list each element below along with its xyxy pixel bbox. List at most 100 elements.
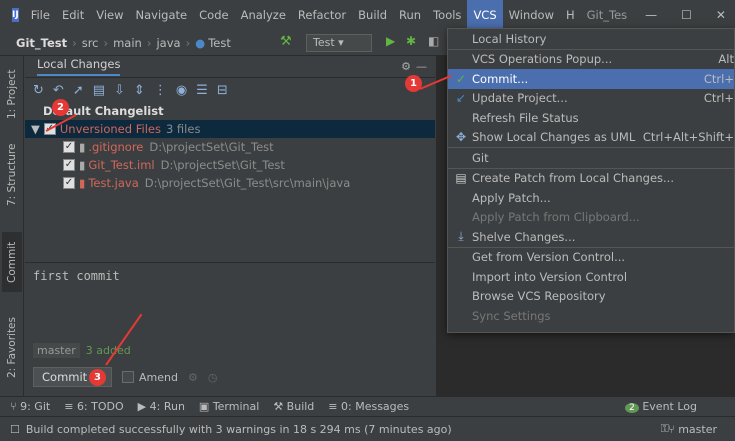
hammer-build-icon[interactable]: ⚒ [280,34,292,49]
collapse-all-icon[interactable]: ⊟ [217,83,228,98]
window-title: Git_Tes [586,8,628,22]
tool-messages[interactable]: ≡ 0: Messages [328,400,409,413]
menu-build[interactable]: Build [352,8,393,22]
menu-item-shortcut: Ctrl+ [703,71,734,86]
menu-item-label: Refresh File Status [472,110,579,125]
menu-item-shortcut: Ctrl+ [703,91,734,106]
commit-message-text: first commit [33,269,120,283]
java-file-icon: ▮ [79,176,86,190]
run-config-select[interactable]: Test ▾ [306,34,372,52]
close-button[interactable]: ✕ [704,8,735,22]
file-checkbox[interactable]: ✓ [63,141,75,153]
file-icon: ▮ [79,140,86,154]
unversioned-group-row[interactable]: ▼ ✓ Unversioned Files 3 files [25,120,435,138]
tab-commit[interactable]: Commit [2,232,22,292]
commit-message-editor[interactable]: first commit [25,262,435,338]
vcs-menu-item-refresh-file-status[interactable]: Refresh File Status [448,108,734,128]
menu-edit[interactable]: Edit [56,8,90,22]
expand-icon[interactable]: ⇕ [134,83,145,98]
changelist-header[interactable]: Default Changelist [25,102,435,120]
tool-terminal[interactable]: ▣ Terminal [199,400,259,413]
menu-vcs[interactable]: VCS [467,0,503,30]
gear-icon[interactable]: ⚙ [401,60,411,73]
status-toggle-icon[interactable]: ☐ [10,423,20,436]
menu-refactor[interactable]: Refactor [292,8,352,22]
tab-project[interactable]: 1: Project [2,64,22,124]
tool-run[interactable]: ▶ 4: Run [138,400,185,413]
settings-gear-icon[interactable]: ⚙ [188,371,198,384]
menu-item-label: Browse VCS Repository [472,289,606,304]
shelve-icon[interactable]: ⇩ [114,83,125,98]
maximize-button[interactable]: ☐ [669,8,704,22]
intellij-logo-icon: IJ [12,8,19,22]
menu-tools[interactable]: Tools [427,8,467,22]
vcs-menu-item-show-local-changes-as-uml[interactable]: ✥ Show Local Changes as UML Ctrl+Alt+Shift… [448,128,734,148]
tab-local-changes[interactable]: Local Changes [37,57,121,76]
minimize-button[interactable]: — [633,8,669,22]
expand-all-icon[interactable]: ☰ [196,83,208,98]
git-branch-widget[interactable]: ⑂ master [668,423,717,436]
refresh-icon[interactable]: ↻ [33,83,44,98]
run-icon[interactable]: ▶ [386,34,395,48]
file-checkbox[interactable]: ✓ [63,159,75,171]
vcs-menu-item-create-patch-from-local-changes[interactable]: ▤ Create Patch from Local Changes... [448,169,734,189]
tool-todo[interactable]: ≡ 6: TODO [64,400,123,413]
vcs-menu-item-shelve-changes[interactable]: ⤓ Shelve Changes... [448,227,734,247]
breadcrumb-current[interactable]: Test [208,36,231,50]
expand-arrow-icon[interactable]: ▼ [31,122,40,136]
history-clock-icon[interactable]: ◷ [208,371,218,384]
file-checkbox[interactable]: ✓ [63,177,75,189]
menu-run[interactable]: Run [393,8,427,22]
tool-build[interactable]: ⚒ Build [273,400,314,413]
menu-analyze[interactable]: Analyze [235,8,292,22]
chevron-right-icon: › [185,35,191,50]
tool-git[interactable]: ⑂ 9: Git [10,400,50,413]
menu-bar: IJ File Edit View Navigate Code Analyze … [0,0,735,30]
vcs-menu-item-apply-patch[interactable]: Apply Patch... [448,188,734,208]
amend-checkbox[interactable] [121,371,134,383]
status-message[interactable]: Build completed successfully with 3 warn… [26,423,452,436]
menu-window[interactable]: Window [503,8,560,22]
file-row-iml[interactable]: ✓ ▮ Git_Test.iml D:\projectSet\Git_Test [25,156,435,174]
amend-option[interactable]: Amend [121,370,178,384]
file-row-java[interactable]: ✓ ▮ Test.java D:\projectSet\Git_Test\src… [25,174,435,192]
added-count: 3 added [85,344,131,357]
vcs-menu-item-import-into-version-control[interactable]: Import into Version Control [448,267,734,287]
update-arrow-icon: ↙ [455,91,467,106]
amend-label: Amend [138,370,178,384]
breadcrumb-src[interactable]: src [82,36,99,50]
coverage-icon[interactable]: ◧ [428,34,439,48]
chevron-right-icon: › [72,35,77,50]
file-row-gitignore[interactable]: ✓ ▮ .gitignore D:\projectSet\Git_Test [25,138,435,156]
menu-navigate[interactable]: Navigate [130,8,194,22]
breadcrumb-java[interactable]: java [156,36,180,50]
show-diff-icon[interactable]: ▤ [93,83,105,98]
rollback-icon[interactable]: ↶ [53,83,64,98]
vcs-menu-item-update-project[interactable]: ↙ Update Project... Ctrl+ [448,89,734,109]
tab-structure[interactable]: 7: Structure [2,142,22,208]
eye-icon[interactable]: ◉ [176,83,187,98]
vcs-menu-item-vcs-operations-popup[interactable]: VCS Operations Popup... Alt [448,50,734,70]
menu-file[interactable]: File [25,8,56,22]
vcs-menu-item-local-history[interactable]: Local History [448,29,734,49]
debug-icon[interactable]: ✱ [406,34,416,48]
file-name: Git_Test.iml [88,158,155,172]
vcs-menu-item-commit[interactable]: ✓ Commit... Ctrl+ [448,69,734,89]
menu-help[interactable]: H [560,8,581,22]
menu-code[interactable]: Code [193,8,234,22]
patch-icon: ▤ [455,171,467,186]
vcs-menu-item-git[interactable]: Git [448,148,734,168]
group-by-icon[interactable]: ⋮ [154,83,167,98]
file-path: D:\projectSet\Git_Test\src\main\java [144,176,351,190]
vcs-menu-item-browse-vcs-repository[interactable]: Browse VCS Repository [448,287,734,307]
vcs-menu-item-get-from-version-control[interactable]: Get from Version Control... [448,248,734,268]
chevron-right-icon: › [103,35,109,50]
breadcrumb-main[interactable]: main [113,36,142,50]
tab-favorites[interactable]: 2: Favorites [2,308,22,388]
minimize-panel-icon[interactable]: — [416,60,427,73]
menu-view[interactable]: View [90,8,129,22]
tool-event-log[interactable]: 2 Event Log [625,400,697,413]
move-to-changelist-icon[interactable]: ➚ [73,83,84,98]
breadcrumb-project[interactable]: Git_Test [16,36,67,50]
menu-item-label: VCS Operations Popup... [472,52,613,67]
